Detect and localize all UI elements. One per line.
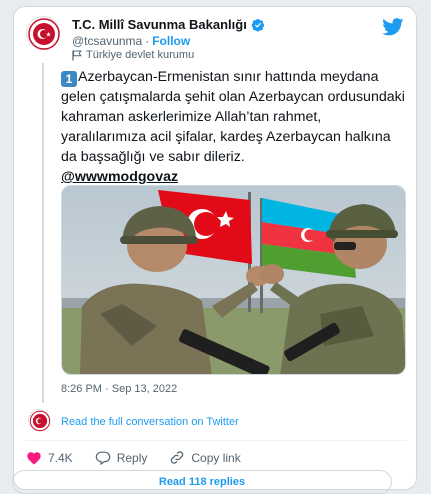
read-replies-button[interactable]: Read 118 replies [12,470,392,494]
account-handle[interactable]: @tcsavunma [72,34,142,48]
like-button[interactable]: 7.4K [26,450,73,465]
thread-line [42,63,44,403]
handle-row: @tcsavunma · Follow [72,34,190,48]
read-full-conversation-link[interactable]: Read the full conversation on Twitter [61,416,239,428]
action-bar: 7.4K Reply Copy link [26,450,263,465]
government-label-text: Türkiye devlet kurumu [86,49,195,61]
thread-avatar[interactable] [28,409,51,432]
reply-button[interactable]: Reply [95,450,148,465]
heart-icon [27,452,41,465]
separator-dot: · [145,34,150,48]
copy-link-label: Copy link [191,450,241,465]
tweet-body: 1 Azerbaycan-Ermenistan sınır hattında me… [61,67,406,187]
link-icon [171,451,184,464]
tweet-timestamp[interactable]: 8:26 PM · Sep 13, 2022 [61,383,177,395]
soldiers-fist-bump-image [62,186,405,374]
mention-link[interactable]: @wwwmodgovaz [61,169,178,185]
follow-button[interactable]: Follow [152,34,190,48]
tweet-text: Azerbaycan-Ermenistan sınır hattında mey… [61,69,405,165]
copy-link-button[interactable]: Copy link [169,450,241,465]
account-name-row: T.C. Millî Savunma Bakanlığı [72,17,265,32]
verified-badge-icon [251,18,264,32]
ministry-seal-icon [28,18,60,50]
reply-icon [95,451,110,465]
ministry-seal-small-icon [29,410,51,432]
tweet-card: T.C. Millî Savunma Bakanlığı @tcsavunma ·… [13,6,417,490]
tweet-photo[interactable] [61,185,406,375]
flag-icon [72,50,82,60]
government-label[interactable]: Türkiye devlet kurumu [72,49,194,61]
account-name[interactable]: T.C. Millî Savunma Bakanlığı [72,17,247,32]
like-count: 7.4K [48,450,73,465]
reply-label: Reply [116,450,148,465]
twitter-bird-icon[interactable] [382,18,404,36]
divider [26,440,406,441]
keycap-one-emoji: 1 [61,71,77,87]
account-avatar[interactable] [26,16,60,50]
